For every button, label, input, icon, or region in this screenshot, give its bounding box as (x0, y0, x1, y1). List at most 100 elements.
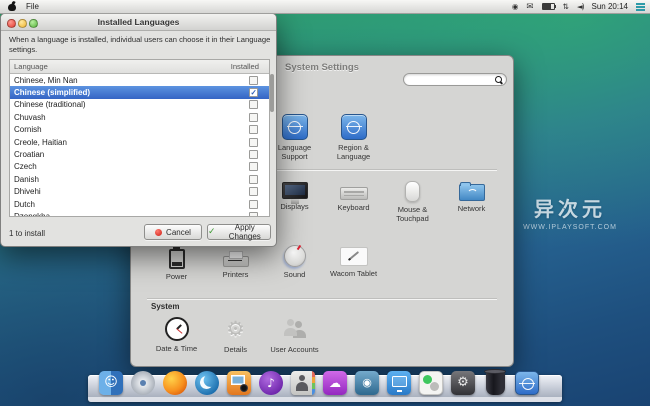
settings-tile-power[interactable]: Power (147, 243, 206, 281)
menu-file[interactable]: File (26, 2, 39, 11)
language-row[interactable]: Chinese, Min Nan (10, 74, 269, 86)
dock-finder-icon[interactable]: ☺ (99, 371, 123, 395)
installed-checkbox[interactable] (249, 200, 258, 209)
language-row[interactable]: Danish (10, 173, 269, 185)
language-row[interactable]: Chuvash (10, 111, 269, 123)
language-row[interactable]: Czech (10, 161, 269, 173)
settings-tile-sound[interactable]: Sound (265, 243, 324, 279)
settings-tile-wacom-tablet[interactable]: Wacom Tablet (324, 243, 383, 278)
tile-label: Sound (265, 270, 324, 279)
installed-checkbox[interactable] (249, 76, 258, 85)
settings-tile-mouse-touchpad[interactable]: Mouse & Touchpad (383, 178, 442, 223)
apply-changes-button[interactable]: Apply Changes (207, 224, 271, 240)
settings-tile-region-language[interactable]: Region & Language (324, 113, 383, 161)
language-label: Chinese (traditional) (10, 100, 249, 109)
packages-glyph: ◉ (355, 371, 379, 395)
installed-checkbox[interactable] (249, 113, 258, 122)
installed-checkbox[interactable] (249, 100, 258, 109)
volume-icon[interactable] (577, 0, 584, 13)
language-row[interactable]: Dutch (10, 198, 269, 210)
tile-label: User Accounts (265, 345, 324, 354)
language-label: Dhivehi (10, 187, 249, 196)
settings-tile-date-time[interactable]: Date & Time (147, 316, 206, 353)
dock-music-icon[interactable]: ♪ (259, 371, 283, 395)
language-label: Chuvash (10, 113, 249, 122)
language-row[interactable]: Dzongkha (10, 210, 269, 217)
dialog-titlebar[interactable]: Installed Languages (1, 14, 276, 31)
tile-label: Power (147, 272, 206, 281)
tile-label: Wacom Tablet (324, 269, 383, 278)
settings-tile-details[interactable]: Details (206, 316, 265, 354)
installed-checkbox[interactable] (249, 187, 258, 196)
dock-displays-icon[interactable] (387, 371, 411, 395)
menu-bar-clock[interactable]: Sun 20:14 (592, 2, 628, 11)
language-row[interactable]: Cornish (10, 124, 269, 136)
settings-tile-user-accounts[interactable]: User Accounts (265, 316, 324, 354)
menu-bar-status-area: Sun 20:14 (512, 0, 650, 14)
installed-checkbox[interactable] (249, 162, 258, 171)
language-row[interactable]: Chinese (traditional) (10, 99, 269, 111)
settings-tile-keyboard[interactable]: Keyboard (324, 178, 383, 212)
dock-photos-icon[interactable] (227, 371, 251, 395)
apply-label: Apply Changes (220, 223, 270, 241)
session-menu-icon[interactable] (636, 3, 645, 11)
printers-icon (223, 256, 249, 267)
tile-label: Date & Time (147, 344, 206, 353)
apple-menu-icon[interactable] (8, 2, 16, 11)
installed-checkbox[interactable] (249, 125, 258, 134)
column-language: Language (10, 62, 231, 71)
language-row[interactable]: Creole, Haitian (10, 136, 269, 148)
language-row[interactable]: Dhivehi (10, 186, 269, 198)
cancel-label: Cancel (166, 228, 191, 237)
language-row[interactable]: Chinese (simplified) (10, 86, 269, 98)
settings-tile-network[interactable]: Network (442, 178, 501, 213)
status-icons (512, 0, 584, 14)
language-label: Creole, Haitian (10, 138, 249, 147)
cancel-button[interactable]: Cancel (144, 224, 202, 240)
language-row[interactable]: Croatian (10, 148, 269, 160)
user-accounts-icon (282, 316, 308, 342)
scrollbar-thumb[interactable] (270, 74, 274, 112)
installed-checkbox[interactable] (249, 175, 258, 184)
sound-icon (284, 245, 306, 267)
keyboard-icon (340, 187, 368, 200)
apply-check-icon (208, 227, 216, 237)
network-icon (459, 184, 485, 201)
installed-checkbox[interactable] (249, 138, 258, 147)
dock-system-utilities-icon[interactable]: ⚙ (451, 371, 475, 395)
owncloud-glyph: ☁ (323, 371, 347, 395)
tile-label: Details (206, 345, 265, 354)
dock-contacts-icon[interactable] (291, 371, 315, 395)
dock-trash-icon[interactable] (486, 371, 505, 395)
watermark: 异次元 WWW.IPLAYSOFT.COM (512, 193, 628, 231)
network-arrows-icon[interactable] (563, 0, 569, 13)
installed-checkbox[interactable] (249, 150, 258, 159)
displays-icon (282, 182, 308, 199)
language-label: Cornish (10, 125, 249, 134)
dock-owncloud-icon[interactable]: ☁ (323, 371, 347, 395)
dock-packages-icon[interactable]: ◉ (355, 371, 379, 395)
language-table: Language Installed Chinese, Min NanChine… (9, 59, 270, 217)
dock-software-installer-icon[interactable] (131, 371, 155, 395)
mail-icon[interactable] (526, 0, 533, 14)
language-label: Chinese, Min Nan (10, 76, 249, 85)
language-label: Danish (10, 175, 249, 184)
settings-tile-printers[interactable]: Printers (206, 243, 265, 279)
dock-thunderbird-icon[interactable] (195, 371, 219, 395)
watermark-url: WWW.IPLAYSOFT.COM (512, 224, 628, 231)
dock-toggles-icon[interactable] (419, 371, 443, 395)
tile-label: Region & Language (324, 143, 383, 161)
dock-firefox-icon[interactable] (163, 371, 187, 395)
installed-checkbox[interactable] (249, 88, 258, 97)
tile-label: Keyboard (324, 203, 383, 212)
installed-checkbox[interactable] (249, 212, 258, 217)
details-icon (223, 316, 249, 342)
dock: ☺ ♪ ☁ ◉ ⚙ (99, 371, 539, 395)
battery-icon[interactable] (542, 3, 555, 10)
dock-language-support-icon[interactable] (515, 371, 539, 395)
status-circle-icon[interactable] (512, 0, 519, 13)
desktop: 异次元 WWW.IPLAYSOFT.COM System Settings Sy… (0, 0, 650, 406)
language-label: Dzongkha (10, 212, 249, 217)
column-installed: Installed (231, 62, 269, 71)
tile-label: Printers (206, 270, 265, 279)
